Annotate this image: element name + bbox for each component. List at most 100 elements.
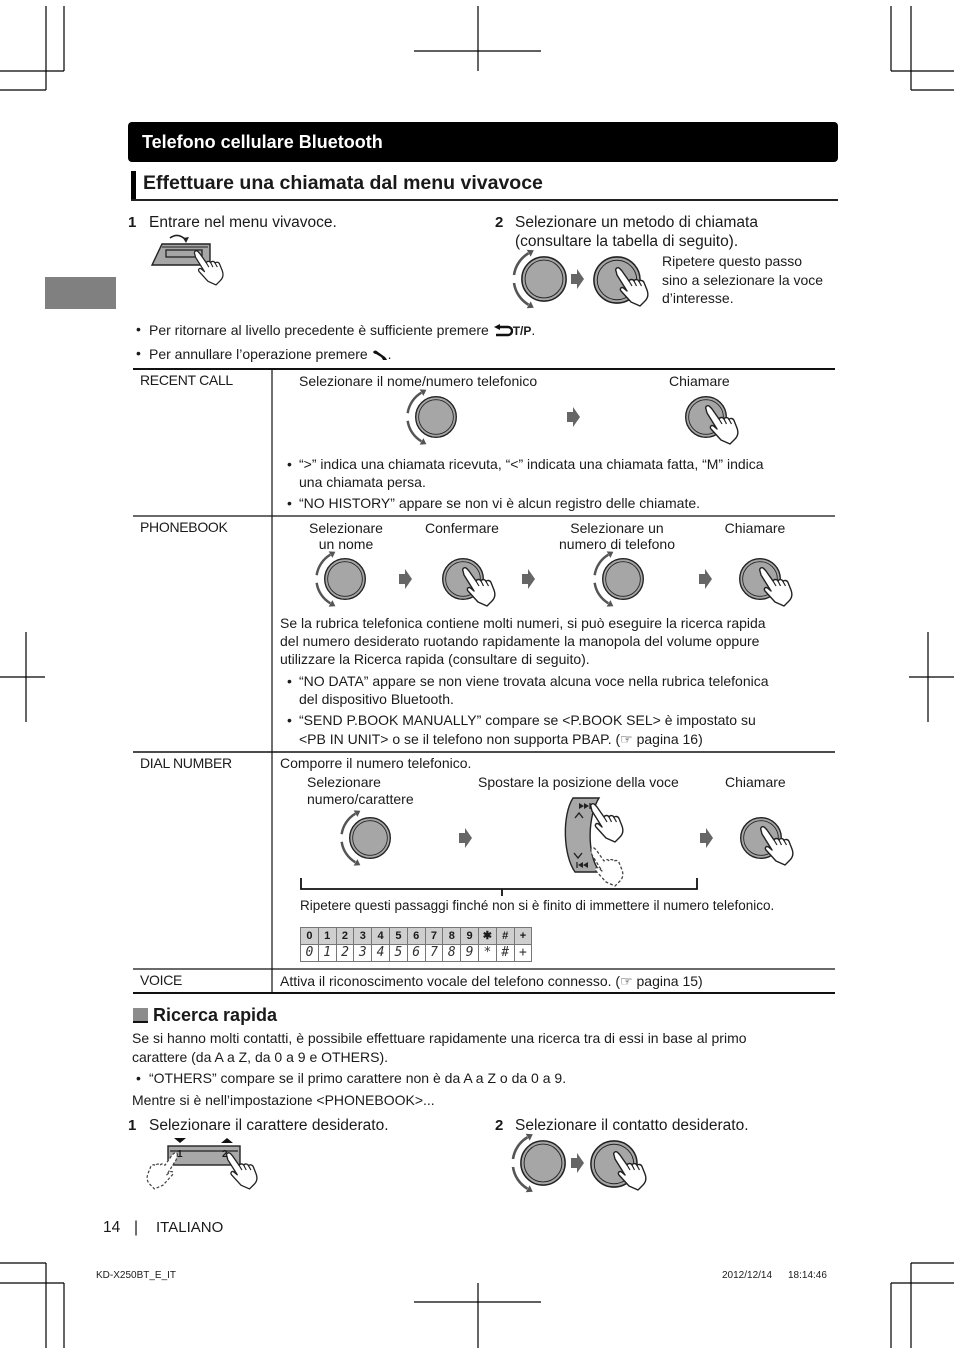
volume-knob-rotate-icon: [315, 550, 366, 608]
volume-knob-rotate-icon: [340, 809, 391, 867]
next-arrow-icon: [459, 828, 472, 848]
step-label: numero/carattere: [307, 791, 414, 807]
next-arrow-icon: [522, 569, 535, 589]
volume-knob-rotate-icon: [512, 248, 567, 310]
key-character-cell: 9: [460, 927, 479, 945]
step-text: Entrare nel menu vivavoce.: [149, 214, 337, 231]
skip-rocker-button-icon: [564, 797, 624, 887]
bullet: •: [287, 456, 292, 472]
note-text: del dispositivo Bluetooth.: [299, 691, 454, 707]
context-text: Mentre si è nell’impostazione <PHONEBOOK…: [132, 1092, 435, 1108]
subsection-title: Ricerca rapida: [153, 1005, 278, 1025]
display-character-cell: *: [477, 944, 497, 962]
section-header-title: Telefono cellulare Bluetooth: [142, 132, 383, 152]
page-title: Effettuare una chiamata dal menu vivavoc…: [143, 172, 543, 194]
note-text: “>” indica una chiamata ricevuta, “<” in…: [299, 456, 764, 472]
note-text: “NO HISTORY” appare se non vi è alcun re…: [299, 495, 701, 511]
key-label: T/P: [512, 324, 532, 338]
next-arrow-icon: [399, 569, 412, 589]
tip-cancel: Per annullare l’operazione premere .: [149, 345, 391, 363]
row-label-phonebook: PHONEBOOK: [140, 519, 228, 535]
char-select-buttons-icon: [146, 1138, 258, 1190]
paragraph-line: carattere (da A a Z, da 0 a 9 e OTHERS).: [132, 1049, 389, 1065]
button-label: 1: [177, 1149, 183, 1160]
key-character-cell: 4: [371, 927, 390, 945]
volume-knob-press-icon: [442, 558, 496, 607]
tip-text: Per annullare l’operazione premere: [149, 346, 368, 362]
step-label: Chiamare: [725, 774, 786, 790]
step-number: 2: [495, 1117, 504, 1134]
document-code: KD-X250BT_E_IT: [96, 1270, 177, 1281]
step-label: un nome: [318, 536, 374, 552]
key-character-cell: 3: [353, 927, 373, 945]
bullet: •: [287, 495, 292, 511]
display-character-cell: 4: [371, 944, 390, 962]
punctuation: .: [531, 322, 536, 338]
key-character-cell: +: [513, 927, 533, 945]
step-number: 1: [128, 1117, 137, 1134]
row-label-recent-call: RECENT CALL: [140, 372, 233, 388]
display-character-cell: #: [495, 944, 515, 962]
bullet: •: [136, 321, 141, 337]
display-character-cell: 7: [424, 944, 444, 962]
display-character-cell: 5: [388, 944, 408, 962]
next-arrow-icon: [571, 269, 584, 289]
note-text: “OTHERS” compare se il primo carattere n…: [149, 1070, 567, 1086]
footer-separator: |: [134, 1219, 139, 1236]
print-date: 2012/12/14: [722, 1270, 773, 1281]
back-arrow-icon: [493, 324, 513, 337]
display-characters-row: 0 1 2 3 4 5 6 7 8 9 * # +: [300, 944, 533, 962]
step-label: Selezionare: [307, 774, 381, 790]
key-characters-row: 0 1 2 3 4 5 6 7 8 9 ✱ # +: [300, 927, 533, 945]
side-index-tab: [45, 277, 116, 309]
step-label: numero di telefono: [559, 536, 675, 552]
key-character-cell: 1: [317, 927, 337, 945]
key-character-cell: 8: [442, 927, 462, 945]
note-text: una chiamata persa.: [299, 474, 426, 490]
paragraph-line: del numero desiderato ruotando rapidamen…: [280, 633, 760, 649]
display-character-cell: 0: [300, 944, 319, 962]
volume-knob-press-icon: [740, 817, 794, 866]
title-underline: [131, 199, 838, 201]
step-number: 2: [495, 214, 504, 231]
key-character-cell: #: [495, 927, 515, 945]
repeat-bracket: [300, 878, 698, 896]
key-character-cell: 0: [300, 927, 319, 945]
row-label-dial-number: DIAL NUMBER: [140, 755, 232, 771]
display-character-cell: 3: [353, 944, 373, 962]
title-accent-bar: [131, 171, 136, 200]
note-text: <PB IN UNIT> o se il telefono non suppor…: [299, 731, 703, 747]
display-character-cell: 8: [442, 944, 462, 962]
tip-text: Per ritornare al livello precedente è su…: [149, 322, 489, 338]
display-character-cell: 1: [317, 944, 337, 962]
step-label: Confermare: [425, 520, 499, 536]
row-label-voice: VOICE: [140, 972, 183, 988]
paragraph-line: utilizzare la Ricerca rapida (consultare…: [280, 651, 590, 667]
volume-knob-rotate-icon: [593, 550, 644, 608]
step-text: (consultare la tabella di seguito).: [515, 233, 739, 250]
volume-knob-rotate-icon: [406, 388, 457, 446]
step-note: sino a selezionare la voce: [662, 272, 824, 288]
bullet: •: [136, 1070, 141, 1086]
row-text: Attiva il riconoscimento vocale del tele…: [280, 973, 703, 989]
step-note: Ripetere questo passo: [662, 253, 803, 269]
note-text: “SEND P.BOOK MANUALLY” compare se <P.BOO…: [299, 712, 756, 728]
section-square-icon: [133, 1008, 148, 1023]
paragraph-line: Se la rubrica telefonica contiene molti …: [280, 615, 766, 631]
print-time: 18:14:46: [788, 1270, 827, 1281]
footer-language: ITALIANO: [156, 1219, 224, 1236]
volume-knob-press-icon: [685, 396, 739, 445]
button-label: 2: [222, 1149, 228, 1160]
phone-hangup-icon: [372, 350, 387, 360]
display-character-cell: 2: [335, 944, 355, 962]
key-character-cell: 2: [335, 927, 355, 945]
step-note: d’interesse.: [662, 290, 734, 306]
volume-knob-press-icon: [593, 256, 649, 307]
repeat-note: Ripetere questi passaggi finché non si è…: [300, 898, 775, 913]
volume-knob-press-icon: [590, 1140, 647, 1191]
display-character-cell: 9: [460, 944, 479, 962]
next-arrow-icon: [571, 1153, 584, 1173]
section-header-bar: Telefono cellulare Bluetooth: [128, 122, 838, 162]
note-text: “NO DATA” appare se non viene trovata al…: [299, 673, 769, 689]
step-text: Selezionare il carattere desiderato.: [149, 1117, 389, 1134]
